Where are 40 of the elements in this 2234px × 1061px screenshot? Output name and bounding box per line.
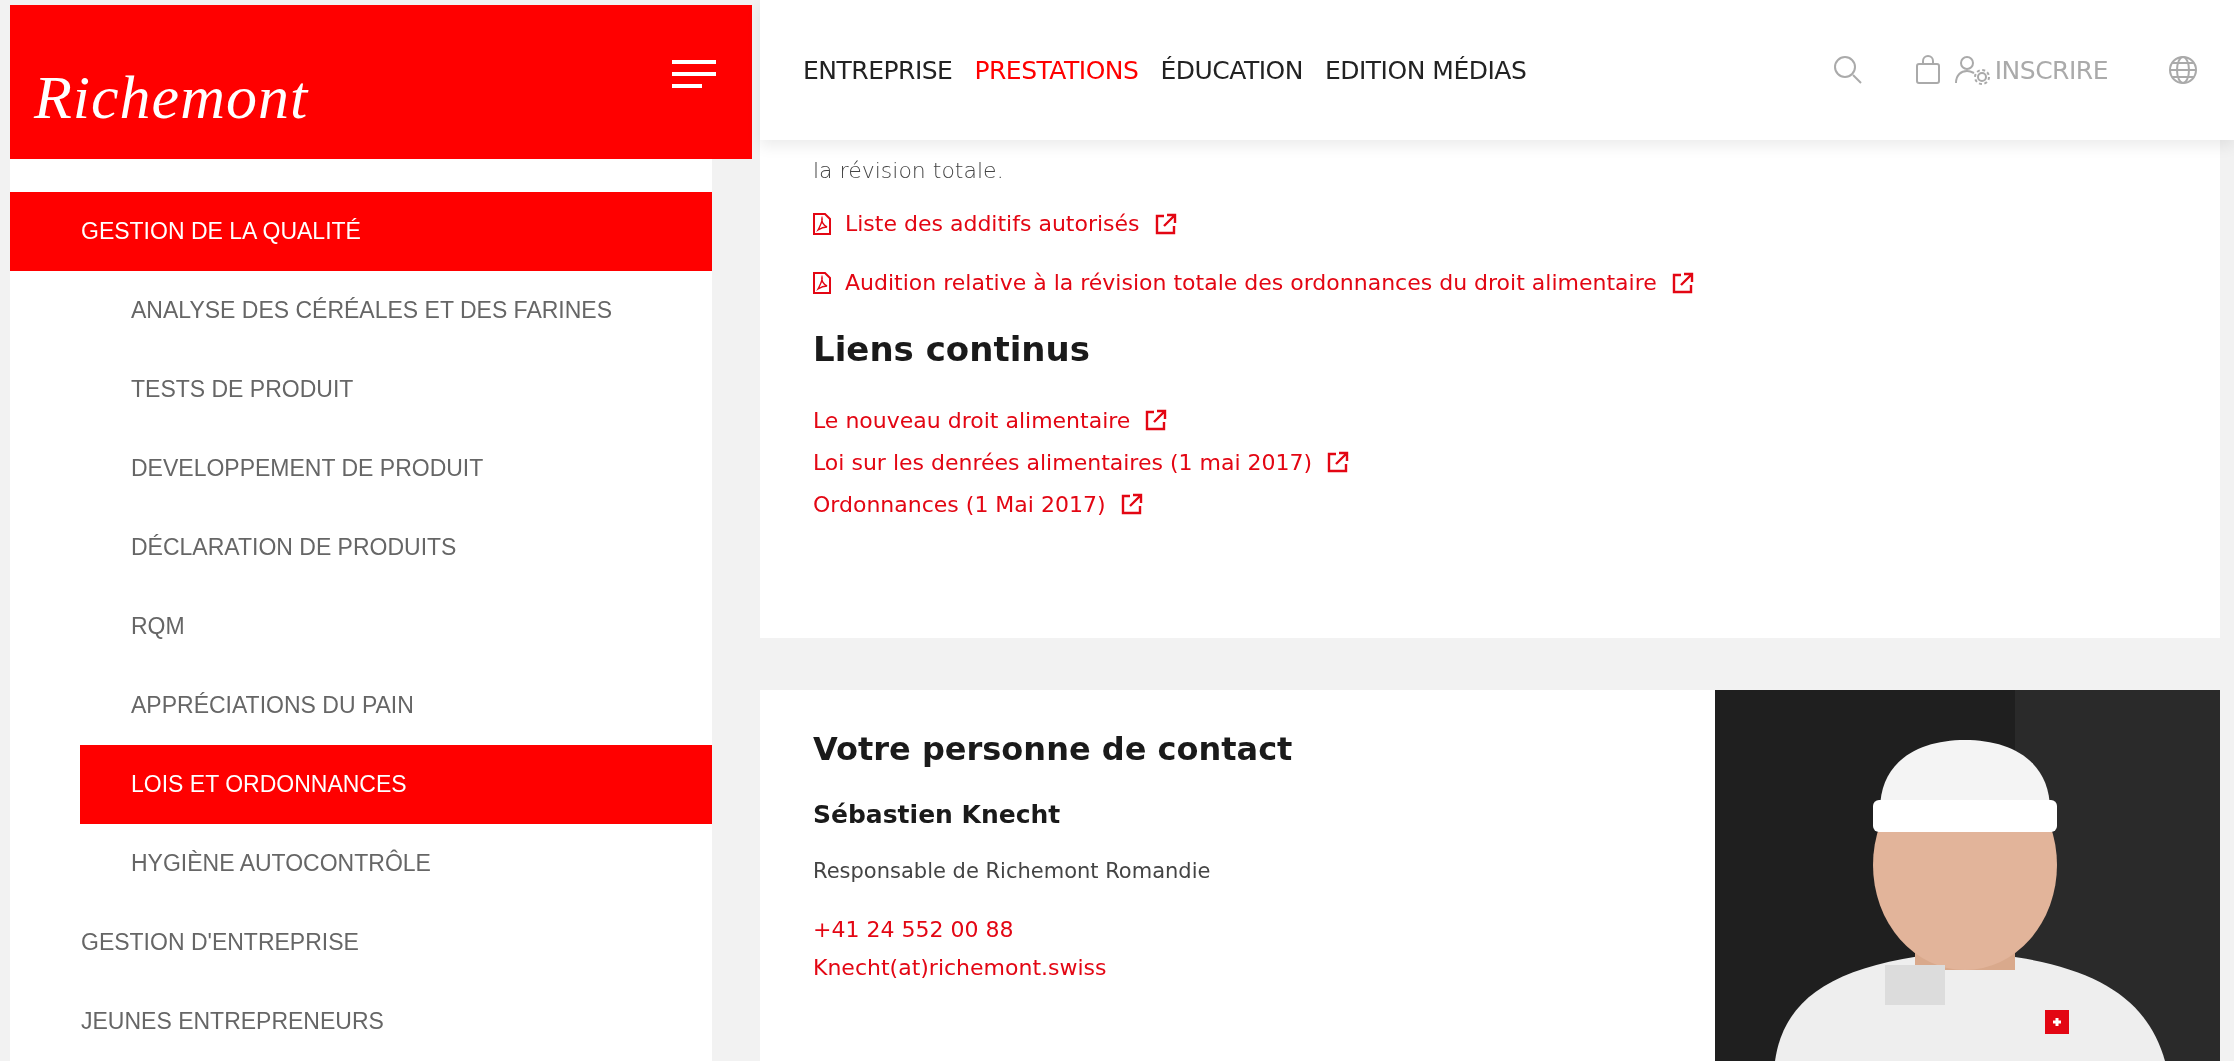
external-link-icon bbox=[1119, 492, 1144, 516]
phone-link[interactable]: +41 24 552 00 88 bbox=[813, 911, 1662, 949]
contact-name: Sébastien Knecht bbox=[813, 800, 1062, 829]
sidebar-subitem[interactable]: DÉCLARATION DE PRODUITS bbox=[80, 508, 712, 587]
nav-link[interactable]: EDITION MÉDIAS bbox=[1324, 55, 1527, 85]
external-link[interactable]: Loi sur les denrées alimentaires (1 mai 2017) bbox=[813, 441, 2167, 483]
document-link[interactable]: Liste des additifs autorisés bbox=[813, 211, 2167, 236]
sidebar-subitem[interactable]: RQM bbox=[80, 587, 712, 666]
pdf-document-icon bbox=[813, 271, 831, 294]
contact-role: Responsable de Richemont Romandie bbox=[813, 859, 1212, 883]
paragraph-text: la révision totale. bbox=[813, 158, 1005, 183]
logo-text[interactable]: Richemont bbox=[34, 61, 309, 133]
sidebar-item[interactable]: JEUNES ENTREPRENEURS bbox=[10, 982, 712, 1061]
search-icon[interactable] bbox=[1832, 55, 1863, 85]
sidebar-subitem[interactable]: TESTS DE PRODUIT bbox=[80, 350, 712, 429]
document-link[interactable]: Audition relative à la révision totale des ordonnances du droit alimentaire bbox=[813, 270, 2167, 295]
shopping-bag-icon[interactable] bbox=[1914, 55, 1941, 85]
contact-heading: Votre personne de contact bbox=[813, 730, 1294, 768]
external-link-icon bbox=[1670, 270, 1695, 295]
sidebar-item[interactable]: GESTION DE LA QUALITÉ bbox=[10, 192, 712, 271]
sidebar-item[interactable]: GESTION D'ENTREPRISE bbox=[10, 903, 712, 982]
menu-icon[interactable] bbox=[672, 59, 716, 89]
pdf-document-icon bbox=[813, 212, 831, 235]
user-gear-icon bbox=[1954, 55, 1991, 85]
external-link[interactable]: Le nouveau droit alimentaire bbox=[813, 399, 2167, 441]
sidebar-subitem[interactable]: ANALYSE DES CÉRÉALES ET DES FARINES bbox=[80, 271, 712, 350]
nav-link[interactable]: ÉDUCATION bbox=[1160, 55, 1303, 85]
sidebar-subitem[interactable]: DEVELOPPEMENT DE PRODUIT bbox=[80, 429, 712, 508]
nav-link[interactable]: ENTREPRISE bbox=[803, 55, 953, 85]
external-link-icon bbox=[1326, 450, 1351, 474]
external-link-icon bbox=[1153, 211, 1178, 236]
section-heading: Liens continus bbox=[813, 329, 1091, 369]
sidebar-subitem[interactable]: HYGIÈNE AUTOCONTRÔLE bbox=[80, 824, 712, 903]
external-link-icon bbox=[1144, 408, 1169, 432]
sidebar-subitem[interactable]: LOIS ET ORDONNANCES bbox=[80, 745, 712, 824]
sidebar-subitem[interactable]: APPRÉCIATIONS DU PAIN bbox=[80, 666, 712, 745]
globe-icon[interactable] bbox=[2168, 55, 2198, 85]
external-link[interactable]: Ordonnances (1 Mai 2017) bbox=[813, 483, 2167, 525]
nav-link[interactable]: PRESTATIONS bbox=[974, 55, 1139, 85]
email-link[interactable]: Knecht(at)richemont.swiss bbox=[813, 949, 1662, 987]
